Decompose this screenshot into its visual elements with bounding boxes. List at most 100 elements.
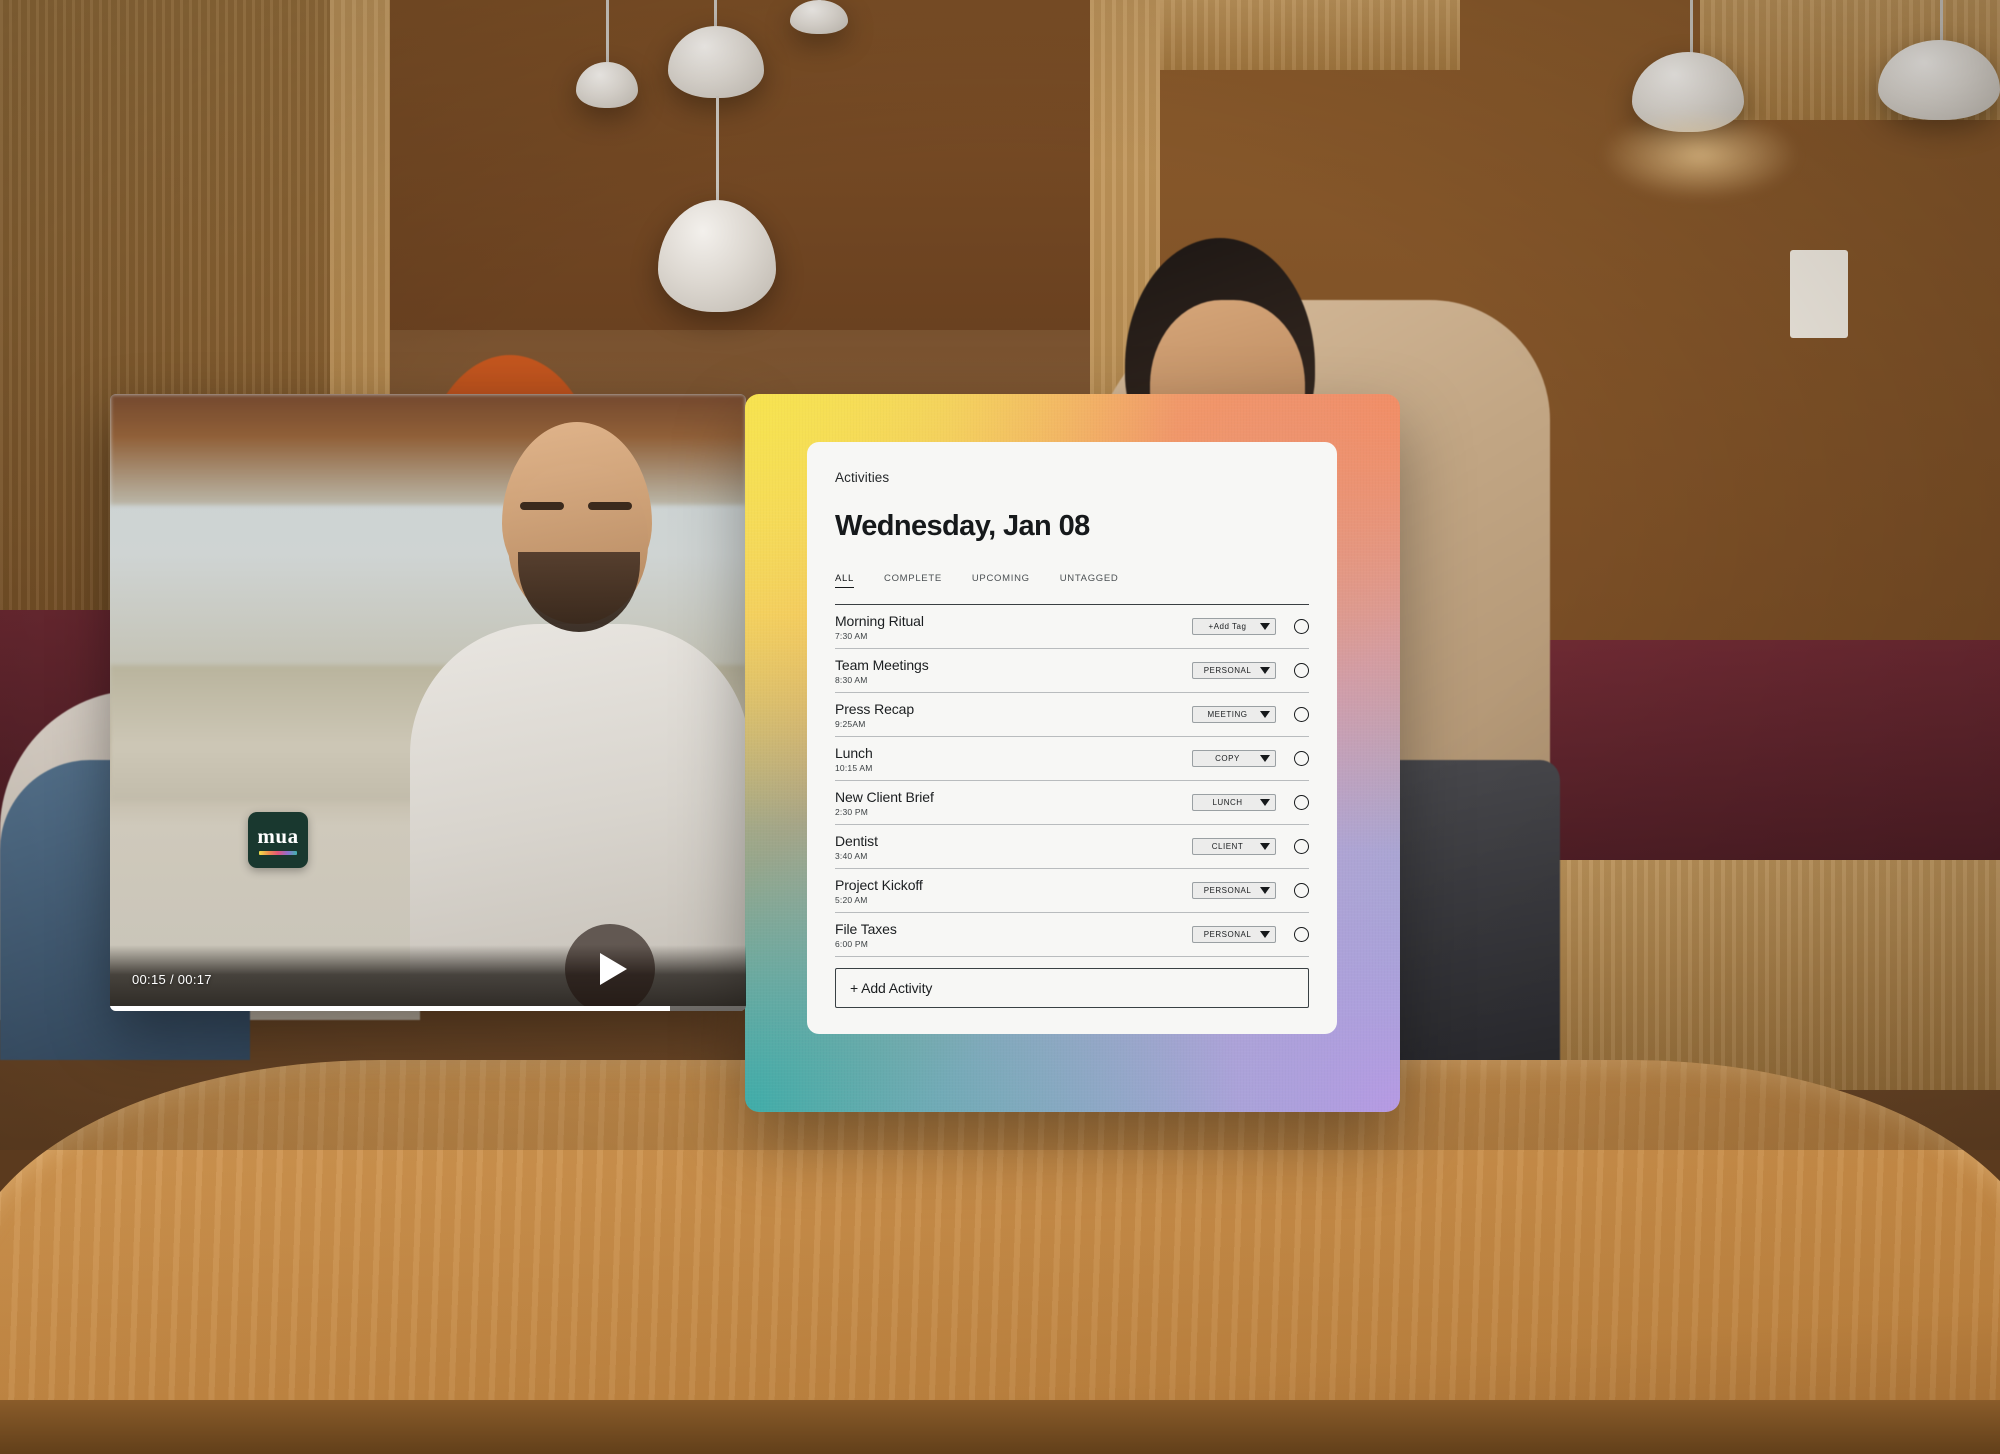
activity-info: New Client Brief 2:30 PM	[835, 789, 1192, 818]
activity-info: Team Meetings 8:30 AM	[835, 657, 1192, 686]
activity-time: 8:30 AM	[835, 675, 868, 686]
activity-time: 6:00 PM	[835, 939, 869, 950]
activity-info: Press Recap 9:25AM	[835, 701, 1192, 730]
chevron-down-icon	[1260, 887, 1270, 895]
tag-label: +Add Tag	[1208, 622, 1247, 632]
activity-row[interactable]: Press Recap 9:25AM MEETING	[835, 693, 1309, 737]
filter-tabs: ALL COMPLETE UPCOMING UNTAGGED	[835, 573, 1309, 588]
video-player[interactable]: mua 00:15 / 00:17	[110, 394, 746, 1011]
chevron-down-icon	[1260, 667, 1270, 675]
activity-time: 7:30 AM	[835, 631, 868, 642]
add-activity-button[interactable]: + Add Activity	[835, 968, 1309, 1008]
activities-window: Activities Wednesday, Jan 08 ALL COMPLET…	[745, 394, 1400, 1112]
video-subject-beard	[518, 552, 640, 632]
tag-label: PERSONAL	[1203, 930, 1252, 940]
tag-dropdown[interactable]: +Add Tag	[1192, 618, 1276, 636]
lamp-glow	[1600, 110, 1800, 200]
video-sky	[110, 394, 746, 506]
activity-title: Lunch	[835, 744, 873, 761]
activity-time: 10:15 AM	[835, 763, 873, 774]
activity-time: 2:30 PM	[835, 807, 869, 818]
tab-all[interactable]: ALL	[835, 573, 855, 588]
tag-label: PERSONAL	[1203, 666, 1252, 676]
lamp-cord	[1690, 0, 1693, 58]
pendant-lamp	[790, 0, 848, 34]
tag-dropdown[interactable]: CLIENT	[1192, 838, 1276, 856]
activity-title: New Client Brief	[835, 788, 934, 805]
activity-info: File Taxes 6:00 PM	[835, 921, 1192, 950]
chevron-down-icon	[1260, 623, 1270, 631]
tab-complete[interactable]: COMPLETE	[884, 573, 942, 588]
chevron-down-icon	[1260, 755, 1270, 763]
activity-row[interactable]: Morning Ritual 7:30 AM +Add Tag	[835, 605, 1309, 649]
page-title: Wednesday, Jan 08	[835, 510, 1090, 542]
complete-checkbox[interactable]	[1294, 663, 1309, 679]
play-button[interactable]	[565, 924, 655, 1011]
conference-table	[0, 1060, 2000, 1454]
tag-dropdown[interactable]: COPY	[1192, 750, 1276, 768]
chevron-down-icon	[1260, 799, 1270, 807]
play-icon	[599, 953, 627, 985]
video-progress-fill	[110, 1006, 670, 1011]
activity-info: Lunch 10:15 AM	[835, 745, 1192, 774]
table-edge	[0, 1400, 2000, 1454]
activities-card-body: Activities Wednesday, Jan 08 ALL COMPLET…	[807, 442, 1337, 968]
complete-checkbox[interactable]	[1294, 751, 1309, 767]
tag-dropdown[interactable]: PERSONAL	[1192, 882, 1276, 900]
video-progress-bar[interactable]	[110, 1006, 746, 1011]
wall-sign	[1790, 250, 1848, 338]
activity-row[interactable]: Team Meetings 8:30 AM PERSONAL	[835, 649, 1309, 693]
activity-list: Morning Ritual 7:30 AM +Add Tag Team Mee…	[835, 603, 1309, 957]
activity-info: Morning Ritual 7:30 AM	[835, 613, 1192, 642]
tag-label: MEETING	[1207, 710, 1248, 720]
tag-dropdown[interactable]: PERSONAL	[1192, 662, 1276, 680]
complete-checkbox[interactable]	[1294, 707, 1309, 723]
video-frame	[110, 394, 746, 1011]
complete-checkbox[interactable]	[1294, 619, 1309, 635]
video-subject-brow	[520, 502, 564, 510]
tab-upcoming[interactable]: UPCOMING	[972, 573, 1030, 588]
activity-title: File Taxes	[835, 920, 897, 937]
mua-logo-gradient-bar	[259, 850, 297, 855]
lamp-cord	[606, 0, 609, 66]
activity-title: Team Meetings	[835, 656, 929, 673]
complete-checkbox[interactable]	[1294, 839, 1309, 855]
video-subject-brow	[588, 502, 632, 510]
tag-dropdown[interactable]: MEETING	[1192, 706, 1276, 724]
activity-row[interactable]: File Taxes 6:00 PM PERSONAL	[835, 913, 1309, 957]
complete-checkbox[interactable]	[1294, 927, 1309, 943]
chevron-down-icon	[1260, 843, 1270, 851]
mua-logo: mua	[248, 812, 308, 868]
tag-dropdown[interactable]: PERSONAL	[1192, 926, 1276, 944]
screenshot-stage: mua 00:15 / 00:17 Activities Wednesday, …	[0, 0, 2000, 1454]
activity-row[interactable]: Dentist 3:40 AM CLIENT	[835, 825, 1309, 869]
activity-title: Dentist	[835, 832, 878, 849]
activities-card-footer: + Add Activity	[807, 968, 1337, 1034]
activity-row[interactable]: Lunch 10:15 AM COPY	[835, 737, 1309, 781]
tag-label: PERSONAL	[1203, 886, 1252, 896]
activity-title: Press Recap	[835, 700, 915, 717]
activity-time: 5:20 AM	[835, 895, 868, 906]
tag-dropdown[interactable]: LUNCH	[1192, 794, 1276, 812]
video-timestamp: 00:15 / 00:17	[132, 972, 212, 987]
activity-row[interactable]: Project Kickoff 5:20 AM PERSONAL	[835, 869, 1309, 913]
tag-label: COPY	[1215, 754, 1240, 764]
activity-time: 9:25AM	[835, 719, 866, 730]
complete-checkbox[interactable]	[1294, 883, 1309, 899]
app-label: Activities	[835, 470, 890, 485]
tag-label: CLIENT	[1211, 842, 1244, 852]
activities-card: Activities Wednesday, Jan 08 ALL COMPLET…	[807, 442, 1337, 1034]
tab-untagged[interactable]: UNTAGGED	[1060, 573, 1119, 588]
shelf-upper	[1160, 0, 1460, 70]
tag-label: LUNCH	[1212, 798, 1243, 808]
complete-checkbox[interactable]	[1294, 795, 1309, 811]
activity-time: 3:40 AM	[835, 851, 868, 862]
mua-logo-text: mua	[257, 823, 299, 848]
activity-title: Morning Ritual	[835, 612, 924, 629]
chevron-down-icon	[1260, 711, 1270, 719]
activity-row[interactable]: New Client Brief 2:30 PM LUNCH	[835, 781, 1309, 825]
activity-info: Project Kickoff 5:20 AM	[835, 877, 1192, 906]
activity-title: Project Kickoff	[835, 876, 923, 893]
chevron-down-icon	[1260, 931, 1270, 939]
activity-info: Dentist 3:40 AM	[835, 833, 1192, 862]
